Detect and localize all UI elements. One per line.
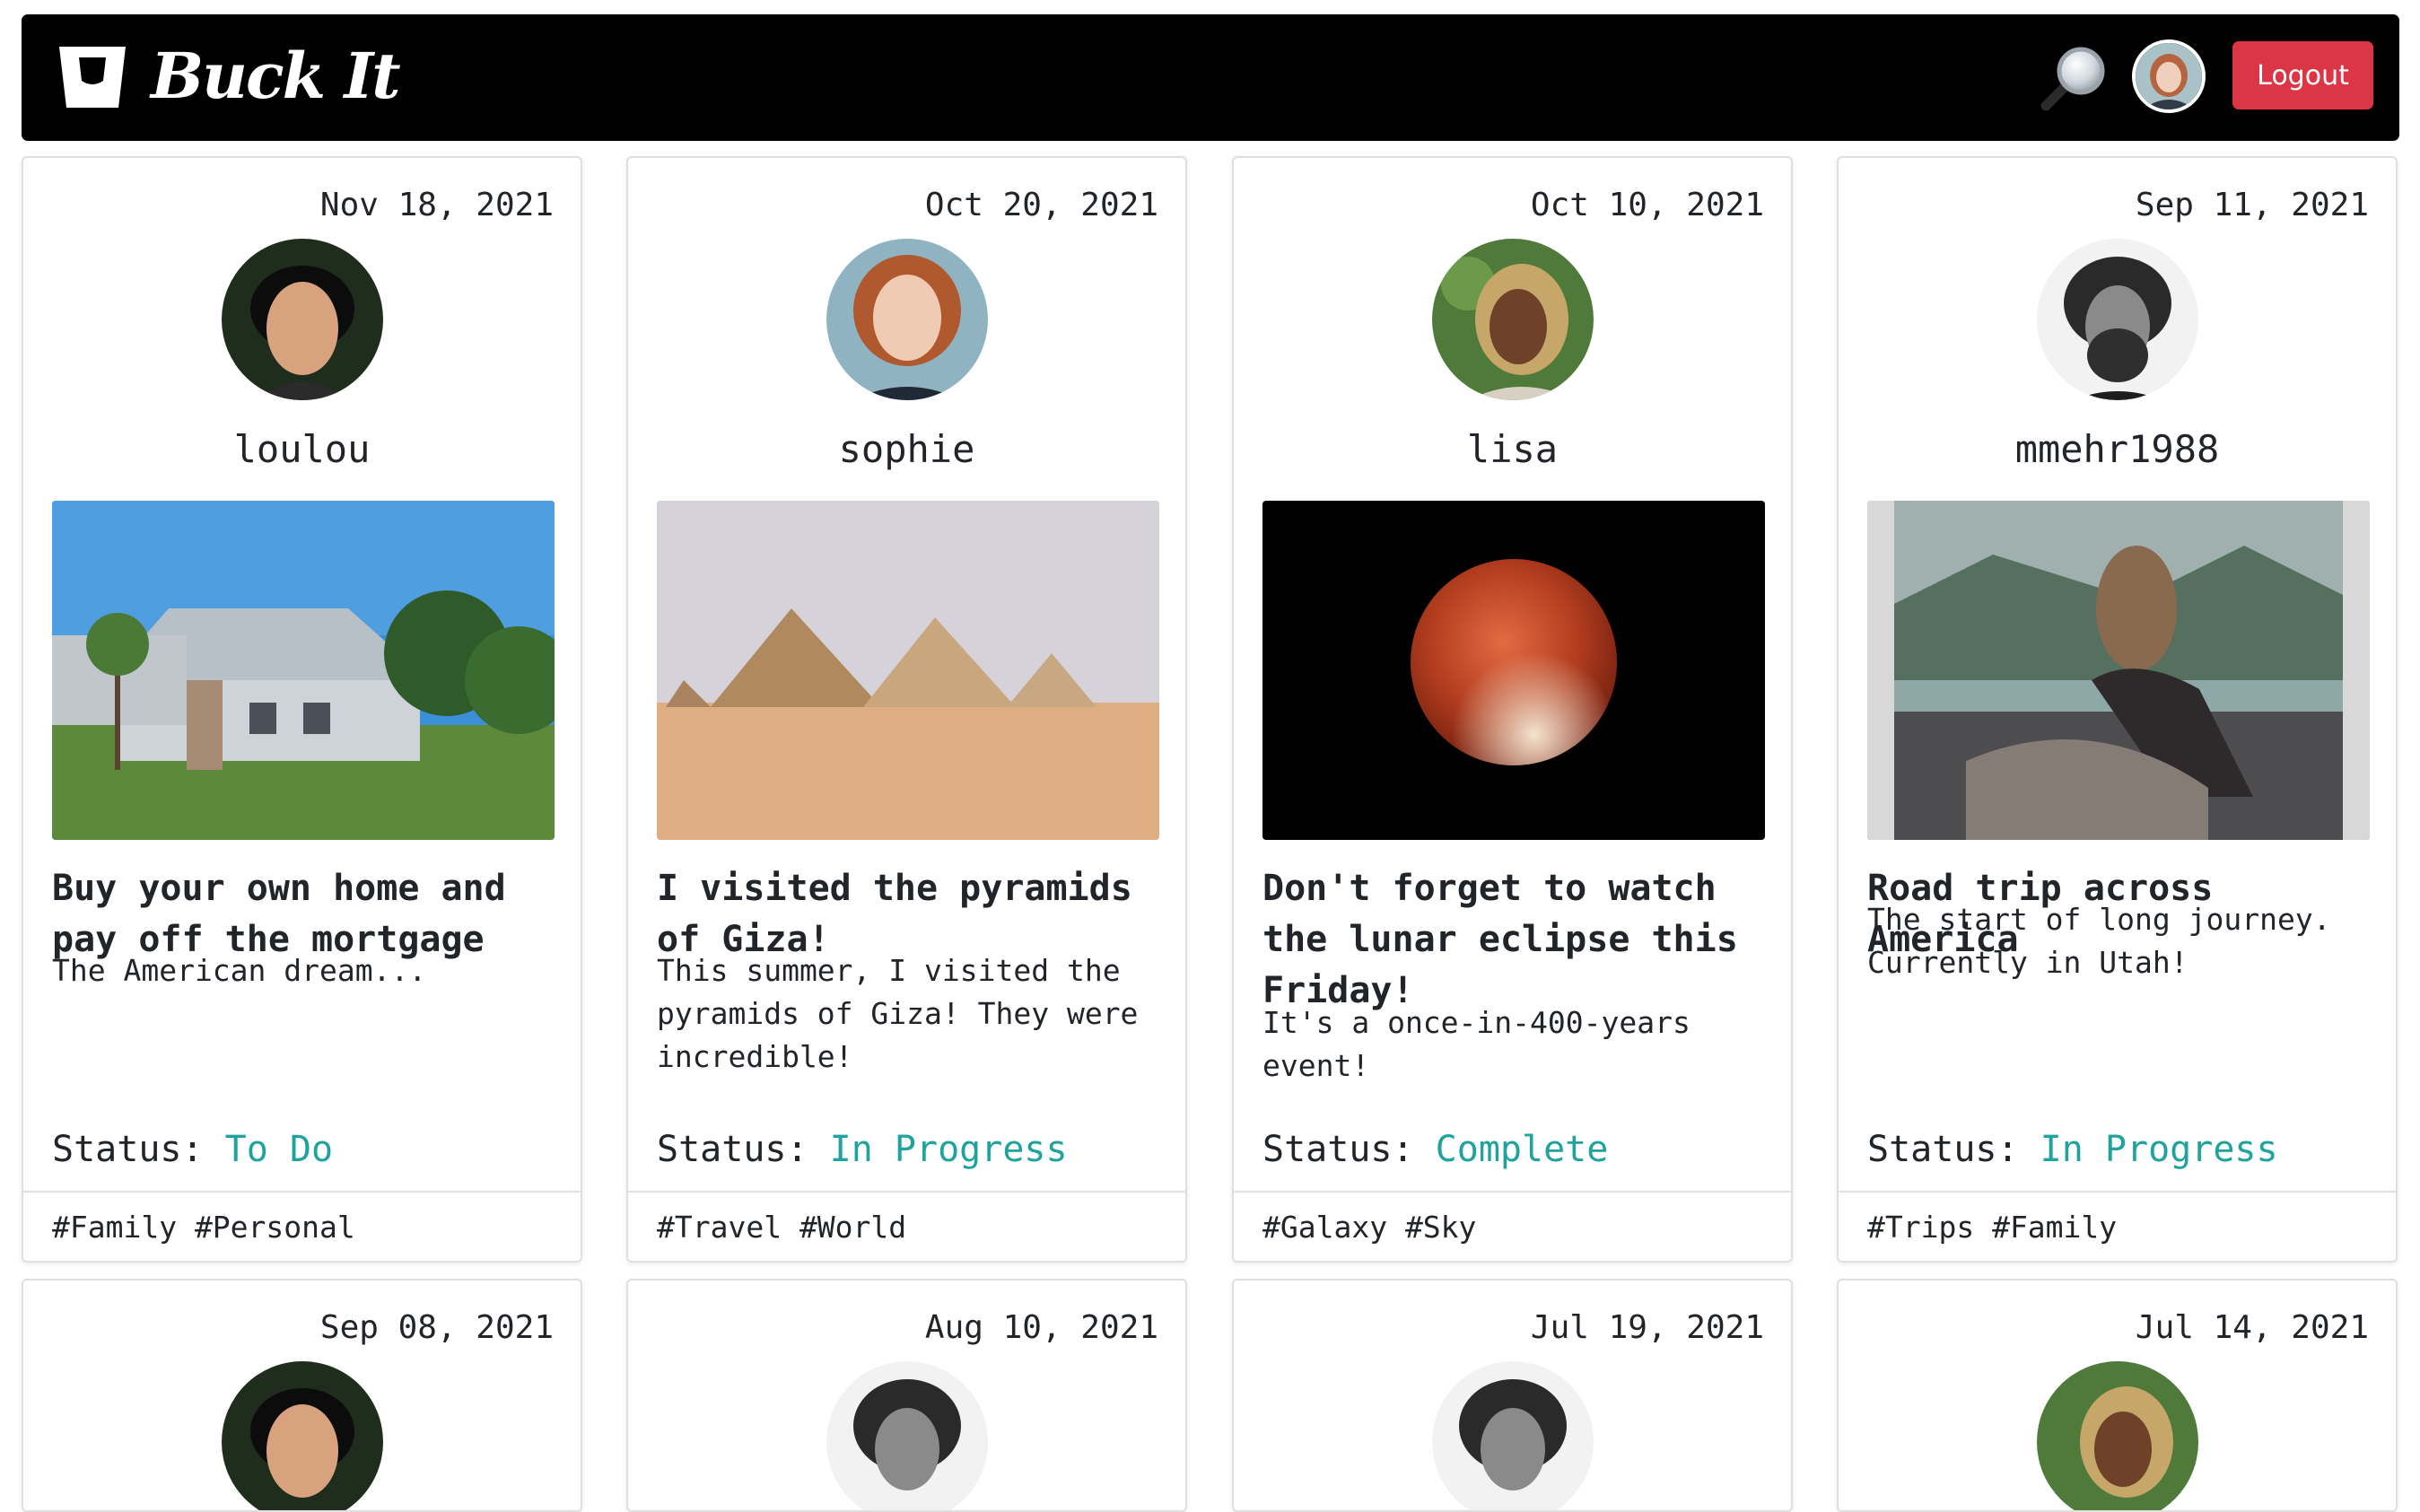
house-photo <box>52 501 555 840</box>
post-date: Jul 14, 2021 <box>2135 1309 2369 1346</box>
author-photo <box>1431 1361 1594 1510</box>
author-photo <box>221 239 383 400</box>
post-status: Status: Complete <box>1262 1129 1608 1170</box>
post-tags[interactable]: #Travel #World <box>628 1191 1185 1261</box>
status-value: To Do <box>224 1129 334 1170</box>
post-author-avatar[interactable] <box>826 239 988 400</box>
post-author-avatar[interactable] <box>2036 239 2198 400</box>
post-date: Oct 10, 2021 <box>1530 187 1764 223</box>
post-image[interactable] <box>1262 501 1765 840</box>
author-photo <box>2036 239 2198 400</box>
logout-button[interactable]: Logout <box>2232 41 2373 109</box>
status-value: Complete <box>1435 1129 1609 1170</box>
post-date: Aug 10, 2021 <box>924 1309 1158 1346</box>
post-card[interactable]: Aug 10, 2021 <box>626 1279 1187 1512</box>
post-author-avatar[interactable] <box>1431 1361 1594 1510</box>
post-card[interactable]: Jul 14, 2021 <box>1837 1279 2398 1512</box>
search-button[interactable] <box>2039 41 2110 113</box>
brand-name: Buck It <box>151 39 401 113</box>
post-date: Nov 18, 2021 <box>319 187 554 223</box>
status-label: Status: <box>657 1129 830 1170</box>
post-status: Status: In Progress <box>657 1129 1068 1170</box>
post-username[interactable]: loulou <box>23 427 581 471</box>
post-author-avatar[interactable] <box>221 1361 383 1510</box>
magnifying-glass-icon <box>2040 47 2105 111</box>
lunar-eclipse-photo <box>1262 501 1765 840</box>
post-tags[interactable]: #Family #Personal <box>23 1191 581 1261</box>
post-card[interactable]: Sep 11, 2021 mmehr1988 Road trip across … <box>1837 156 2398 1263</box>
brand[interactable]: Buck It <box>57 39 401 113</box>
status-label: Status: <box>1262 1129 1436 1170</box>
post-card[interactable]: Sep 08, 2021 <box>22 1279 582 1512</box>
author-photo <box>221 1361 383 1510</box>
post-description: The start of long journey. Currently in … <box>1867 902 2331 980</box>
author-photo <box>2036 1361 2198 1510</box>
post-username[interactable]: lisa <box>1234 427 1791 471</box>
author-photo <box>826 239 988 400</box>
road-trip-photo <box>1867 501 2370 840</box>
post-image[interactable] <box>52 501 555 840</box>
author-photo <box>826 1361 988 1510</box>
post-author-avatar[interactable] <box>1431 239 1594 400</box>
post-image[interactable] <box>657 501 1159 840</box>
post-username[interactable]: sophie <box>628 427 1185 471</box>
status-value: In Progress <box>2040 1129 2278 1170</box>
post-tags[interactable]: #Galaxy #Sky <box>1234 1191 1791 1261</box>
post-tags[interactable]: #Trips #Family <box>1839 1191 2396 1261</box>
post-card[interactable]: Oct 10, 2021 lisa Don't forget to watch … <box>1232 156 1793 1263</box>
post-image[interactable] <box>1867 501 2370 840</box>
user-photo <box>2136 43 2202 109</box>
bucket-logo-icon <box>59 47 126 108</box>
post-date: Jul 19, 2021 <box>1530 1309 1764 1346</box>
post-author-avatar[interactable] <box>221 239 383 400</box>
post-card[interactable]: Oct 20, 2021 sophie I visited the pyrami… <box>626 156 1187 1263</box>
post-description: This summer, I visited the pyramids of G… <box>657 953 1139 1074</box>
post-date: Sep 08, 2021 <box>319 1309 554 1346</box>
post-author-avatar[interactable] <box>826 1361 988 1510</box>
post-date: Oct 20, 2021 <box>924 187 1158 223</box>
post-description: The American dream... <box>52 953 427 988</box>
post-status: Status: To Do <box>52 1129 333 1170</box>
post-card[interactable]: Nov 18, 2021 loulou Buy your own home an… <box>22 156 582 1263</box>
post-title[interactable]: Don't forget to watch the lunar eclipse … <box>1262 863 1769 1017</box>
post-date: Sep 11, 2021 <box>2135 187 2369 223</box>
post-status: Status: In Progress <box>1867 1129 2278 1170</box>
post-username[interactable]: mmehr1988 <box>1839 427 2396 471</box>
user-avatar[interactable] <box>2132 39 2206 113</box>
pyramids-photo <box>657 501 1159 840</box>
navbar: Buck It Logout <box>22 14 2399 141</box>
post-description: It's a once-in-400-years event! <box>1262 1005 1691 1083</box>
post-card[interactable]: Jul 19, 2021 <box>1232 1279 1793 1512</box>
post-author-avatar[interactable] <box>2036 1361 2198 1510</box>
status-label: Status: <box>1867 1129 2040 1170</box>
status-value: In Progress <box>829 1129 1068 1170</box>
status-label: Status: <box>52 1129 225 1170</box>
author-photo <box>1431 239 1594 400</box>
